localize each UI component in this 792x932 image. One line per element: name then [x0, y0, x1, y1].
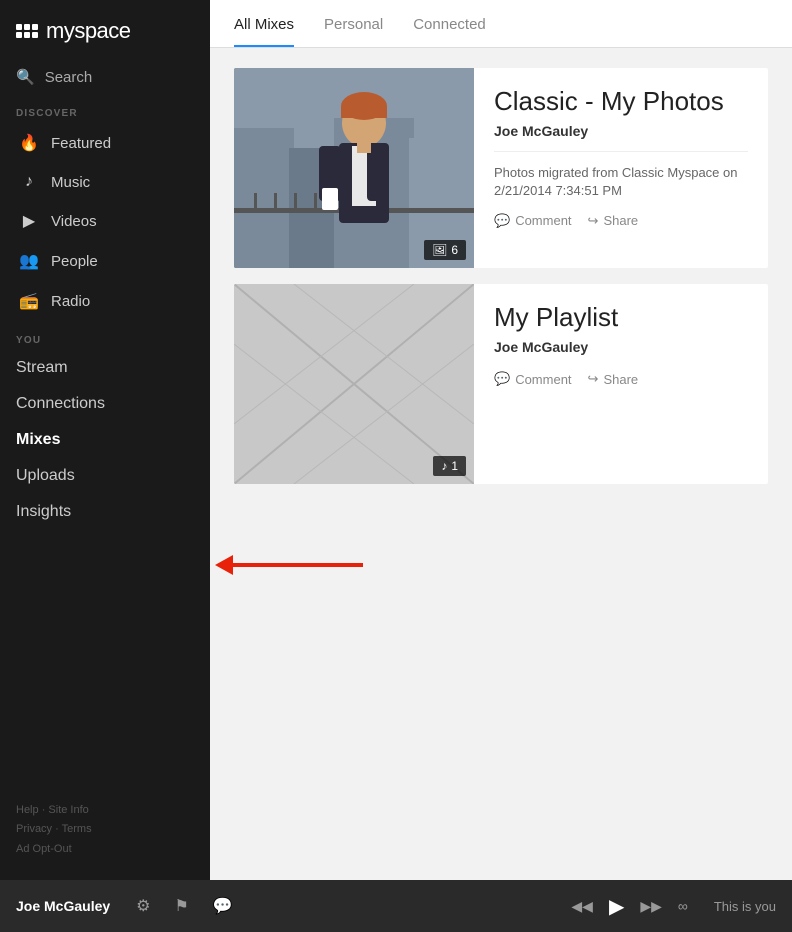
- sidebar-item-uploads[interactable]: Uploads: [0, 458, 210, 494]
- featured-icon: 🔥: [19, 133, 39, 153]
- share-label: Share: [603, 213, 638, 228]
- sidebar-item-videos-label: Videos: [51, 213, 97, 230]
- mix-1-divider: [494, 151, 748, 152]
- sidebar-item-connections[interactable]: Connections: [0, 386, 210, 422]
- sidebar-item-featured[interactable]: 🔥 Featured: [0, 123, 210, 163]
- logo-text: myspace: [46, 18, 131, 44]
- mix-photo-svg: [234, 68, 474, 268]
- share-icon-2: ↪: [588, 371, 599, 387]
- sidebar-item-videos[interactable]: ▶ Videos: [0, 201, 210, 241]
- logo-dots: [16, 24, 38, 38]
- mix-2-share-action[interactable]: ↪ Share: [588, 371, 639, 387]
- sidebar-footer: Help · Site Info Privacy · Terms Ad Opt-…: [0, 781, 210, 880]
- sidebar-item-radio-label: Radio: [51, 293, 90, 310]
- sidebar-item-people-label: People: [51, 253, 98, 270]
- mix-2-author[interactable]: Joe McGauley: [494, 339, 748, 355]
- mix-2-badge-count: 1: [451, 459, 458, 473]
- uploads-label: Uploads: [16, 467, 75, 484]
- mix-2-badge: ♪ 1: [433, 456, 466, 476]
- mix-1-info: Classic - My Photos Joe McGauley Photos …: [474, 68, 768, 268]
- mix-2-info: My Playlist Joe McGauley 💬 Comment ↪ Sha…: [474, 284, 768, 484]
- share-icon: ↪: [588, 213, 599, 229]
- sidebar-item-featured-label: Featured: [51, 135, 111, 152]
- music-icon: ♪: [19, 173, 39, 191]
- chat-icon[interactable]: 💬: [207, 896, 239, 916]
- videos-icon: ▶: [19, 211, 39, 231]
- sidebar-item-mixes[interactable]: Mixes: [0, 422, 210, 458]
- main-content: All Mixes Personal Connected: [210, 0, 792, 880]
- loop-button[interactable]: ∞: [674, 898, 692, 914]
- terms-link[interactable]: Terms: [62, 823, 92, 835]
- mix-1-actions: 💬 Comment ↪ Share: [494, 213, 748, 229]
- search-icon: 🔍: [16, 68, 35, 86]
- mix-1-description: Photos migrated from Classic Myspace on …: [494, 164, 748, 200]
- you-section-label: YOU: [0, 321, 210, 350]
- main-tabs: All Mixes Personal Connected: [210, 0, 792, 48]
- bottom-bar: Joe McGauley ⚙ ⚑ 💬 ◀◀ ▶ ▶▶ ∞ This is you: [0, 880, 792, 932]
- sidebar-item-insights[interactable]: Insights: [0, 494, 210, 530]
- mix-card-1: 🖼 6 Classic - My Photos Joe McGauley Pho…: [234, 68, 768, 268]
- player-controls: ◀◀ ▶ ▶▶ ∞: [567, 894, 691, 919]
- mix-1-share-action[interactable]: ↪ Share: [588, 213, 639, 229]
- sidebar-item-people[interactable]: 👥 People: [0, 241, 210, 281]
- mix-2-actions: 💬 Comment ↪ Share: [494, 371, 748, 387]
- tab-connected[interactable]: Connected: [413, 0, 486, 47]
- sidebar-item-stream[interactable]: Stream: [0, 350, 210, 386]
- connections-label: Connections: [16, 395, 105, 412]
- share-label-2: Share: [603, 372, 638, 387]
- help-link[interactable]: Help: [16, 804, 39, 816]
- mix-2-title[interactable]: My Playlist: [494, 302, 748, 333]
- mix-thumbnail-1[interactable]: 🖼 6: [234, 68, 474, 268]
- mix-1-comment-action[interactable]: 💬 Comment: [494, 213, 572, 229]
- radio-icon: 📻: [19, 291, 39, 311]
- insights-label: Insights: [16, 503, 71, 520]
- search-label: Search: [45, 69, 93, 86]
- mix-1-badge-icon: 🖼: [432, 243, 447, 257]
- bottom-user-name: Joe McGauley: [16, 898, 110, 914]
- mix-2-comment-action[interactable]: 💬 Comment: [494, 371, 572, 387]
- mix-1-badge-count: 6: [451, 243, 458, 257]
- sidebar-item-radio[interactable]: 📻 Radio: [0, 281, 210, 321]
- sidebar-item-music-label: Music: [51, 174, 90, 191]
- mixes-label: Mixes: [16, 431, 60, 448]
- mix-list: 🖼 6 Classic - My Photos Joe McGauley Pho…: [210, 48, 792, 504]
- flag-icon[interactable]: ⚑: [169, 896, 195, 916]
- comment-label: Comment: [515, 213, 571, 228]
- ad-opt-out-link[interactable]: Ad Opt-Out: [16, 843, 72, 855]
- mix-1-title[interactable]: Classic - My Photos: [494, 86, 748, 117]
- tab-all-mixes[interactable]: All Mixes: [234, 0, 294, 47]
- search-item[interactable]: 🔍 Search: [0, 60, 210, 102]
- privacy-link[interactable]: Privacy: [16, 823, 52, 835]
- logo[interactable]: myspace: [0, 0, 210, 60]
- tab-personal[interactable]: Personal: [324, 0, 383, 47]
- site-info-link[interactable]: Site Info: [48, 804, 88, 816]
- comment-icon: 💬: [494, 213, 510, 229]
- comment-icon-2: 💬: [494, 371, 510, 387]
- mix-2-badge-icon: ♪: [441, 459, 447, 473]
- placeholder-svg: [234, 284, 474, 484]
- mix-card-2: ♪ 1 My Playlist Joe McGauley 💬 Comment: [234, 284, 768, 484]
- sidebar: myspace 🔍 Search DISCOVER 🔥 Featured ♪ M…: [0, 0, 210, 880]
- mix-1-author[interactable]: Joe McGauley: [494, 123, 748, 139]
- forward-button[interactable]: ▶▶: [636, 898, 666, 915]
- comment-label-2: Comment: [515, 372, 571, 387]
- play-button[interactable]: ▶: [605, 894, 628, 919]
- people-icon: 👥: [19, 251, 39, 271]
- gear-icon[interactable]: ⚙: [130, 896, 156, 916]
- mix-thumbnail-2[interactable]: ♪ 1: [234, 284, 474, 484]
- mix-1-badge: 🖼 6: [424, 240, 466, 260]
- now-playing-text: This is you: [714, 899, 776, 914]
- rewind-button[interactable]: ◀◀: [567, 898, 597, 915]
- stream-label: Stream: [16, 359, 68, 376]
- sidebar-item-music[interactable]: ♪ Music: [0, 163, 210, 201]
- discover-section-label: DISCOVER: [0, 102, 210, 123]
